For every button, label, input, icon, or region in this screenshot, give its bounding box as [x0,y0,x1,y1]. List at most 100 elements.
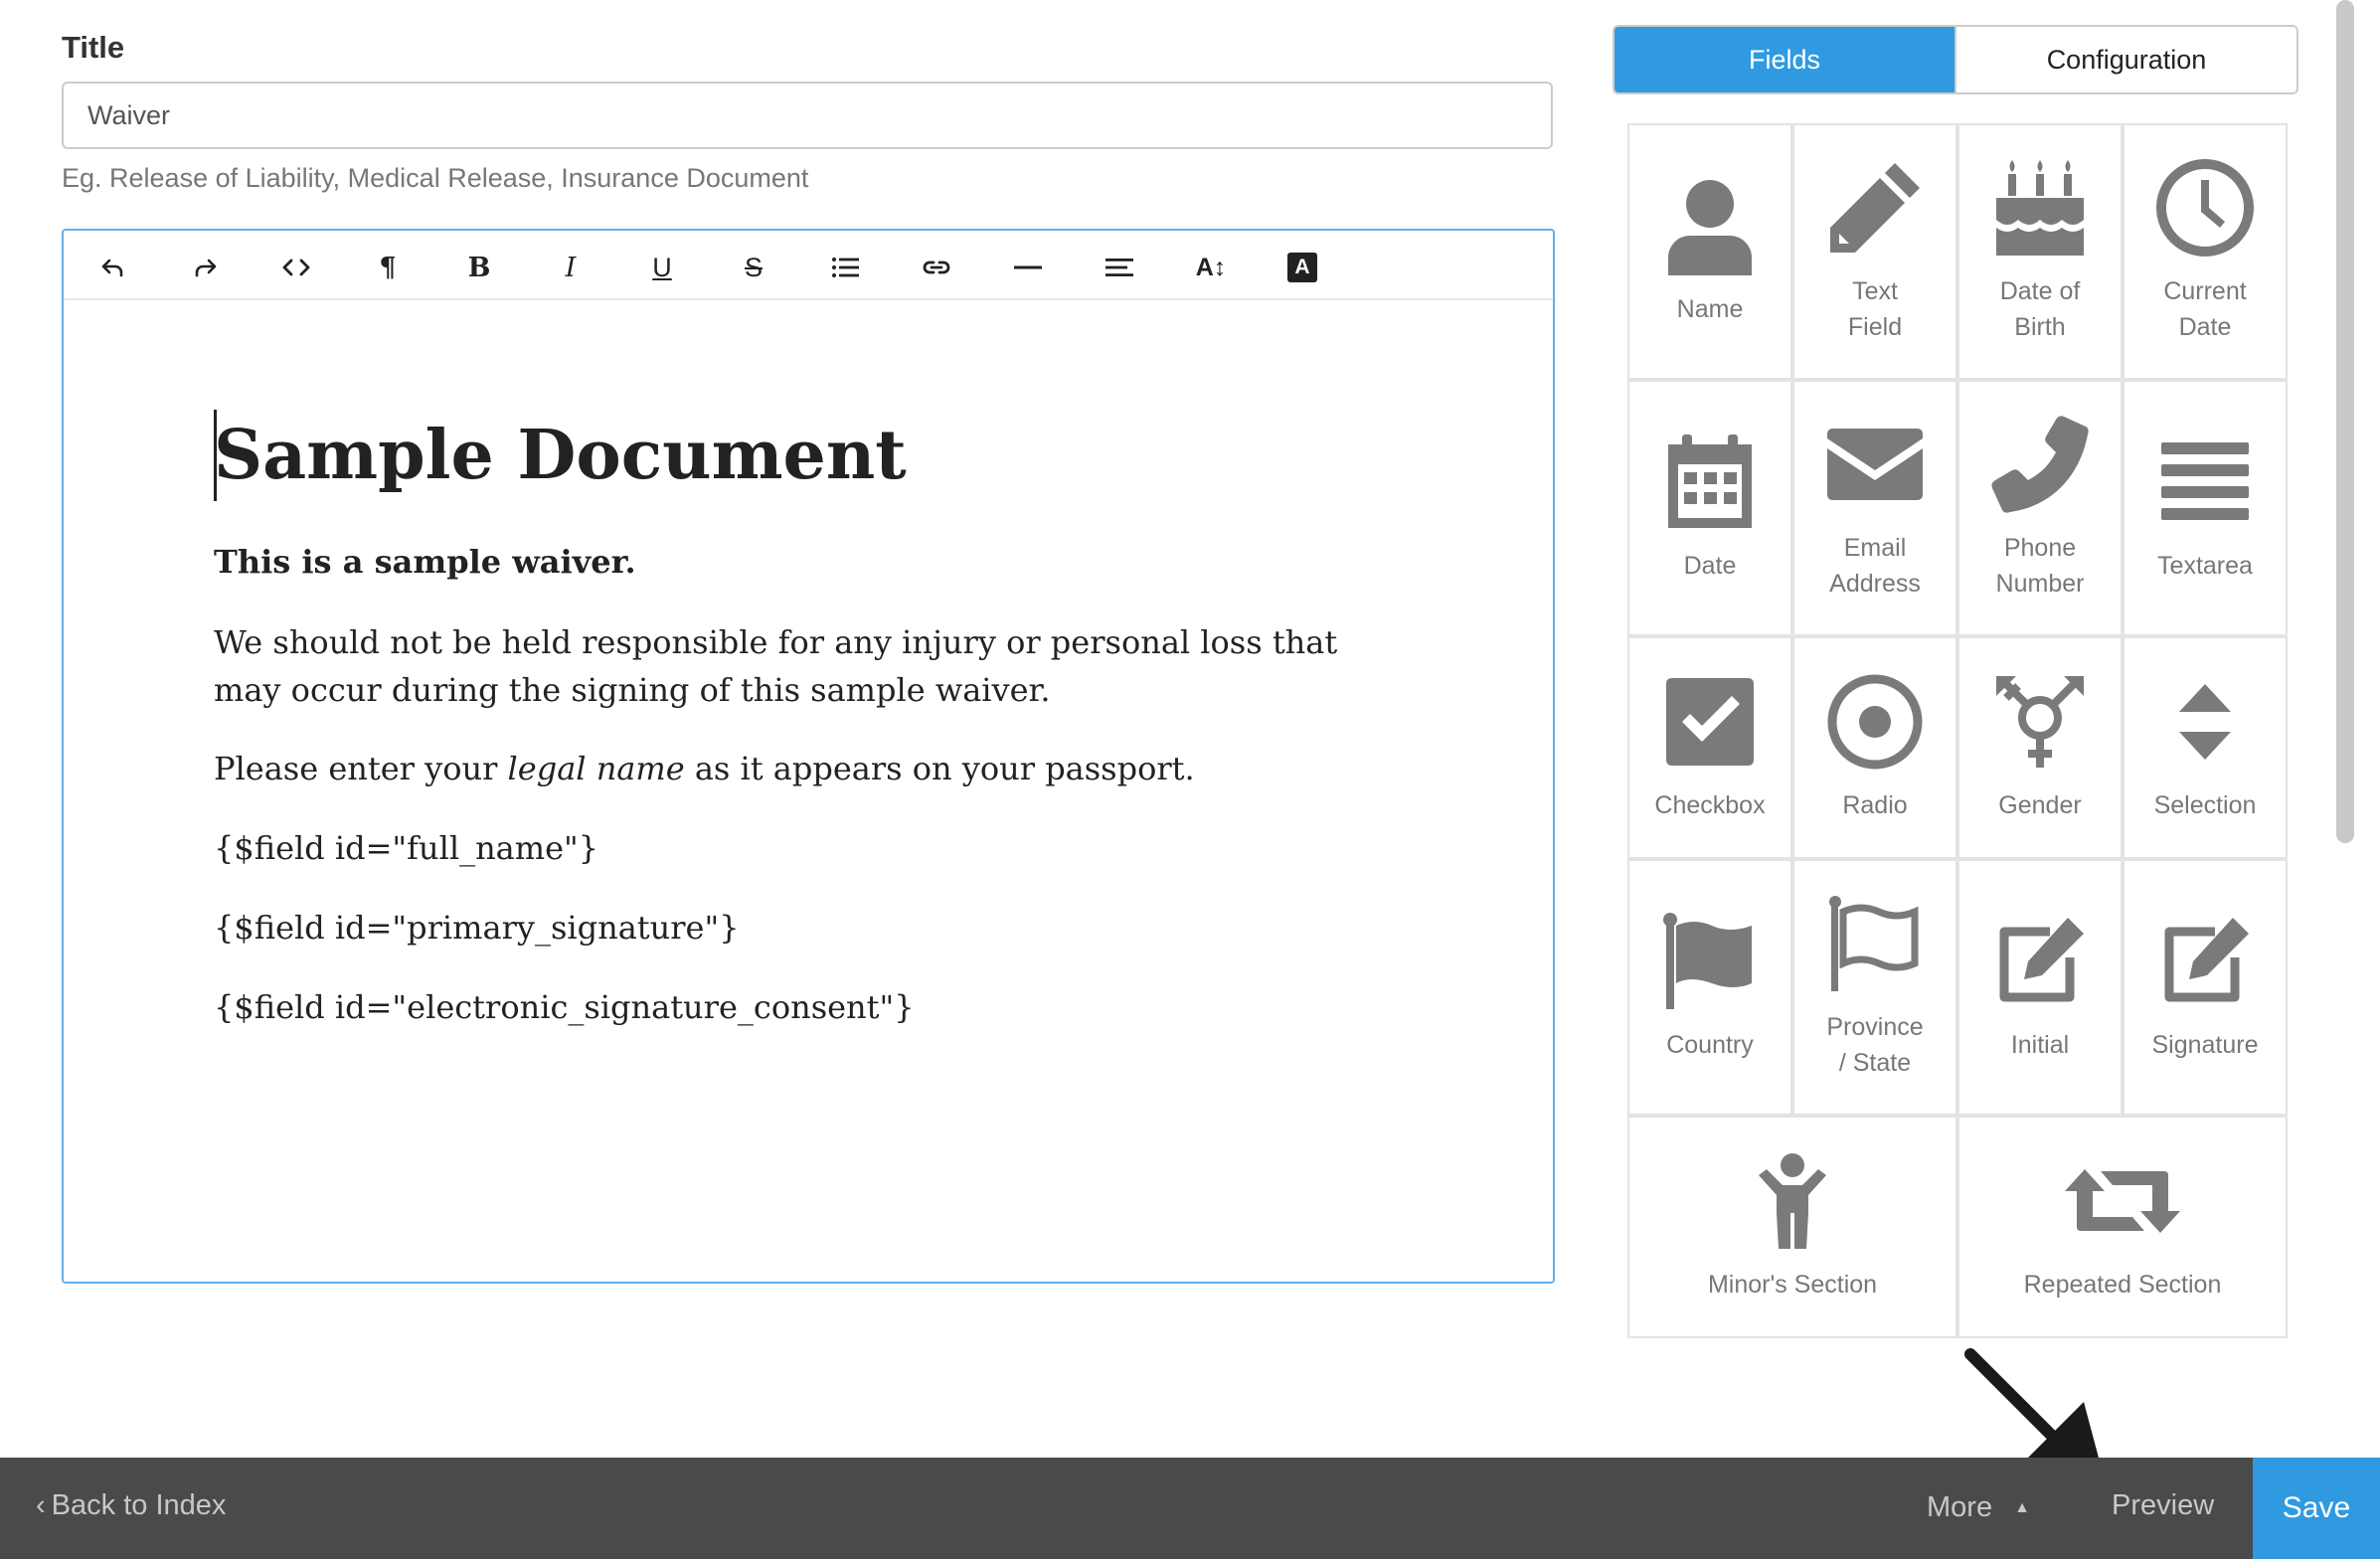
link-icon [923,260,950,274]
back-to-index-link[interactable]: ‹ Back to Index [36,1489,226,1522]
field-radio-label: Radio [1842,791,1908,819]
tab-fields[interactable]: Fields [1615,27,1955,92]
field-email-address-label: Email Address [1829,534,1921,598]
clock-icon [2156,159,2254,257]
passport-text-start: Please enter your [214,750,508,787]
field-name-label: Name [1676,295,1744,323]
field-phone-number-label: Phone Number [1995,534,2085,598]
field-repeated-section-label: Repeated Section [2023,1271,2222,1299]
italic-button[interactable]: I [551,248,591,287]
text-color-icon: A [1287,253,1317,282]
field-email-address[interactable]: Email Address [1792,380,1957,636]
text-color-button[interactable]: A [1282,248,1322,287]
field-current-date-label: Current Date [2163,277,2247,341]
field-selection[interactable]: Selection [2123,636,2288,859]
link-button[interactable] [917,248,956,287]
tab-configuration[interactable]: Configuration [1955,27,2296,92]
field-date-of-birth-label: Date of Birth [1999,277,2081,341]
field-minors-section-label: Minor's Section [1707,1271,1878,1299]
passport-text-end: as it appears on your passport. [684,750,1195,787]
title-label: Title [62,30,125,65]
footer-bar: ‹ Back to Index More ▲ Preview Save [0,1458,2380,1559]
redo-icon [195,259,217,277]
envelope-icon [1827,429,1923,500]
field-text-field[interactable]: Text Field [1792,123,1957,380]
preview-button[interactable]: Preview [2112,1489,2214,1522]
radio-icon [1827,674,1923,770]
field-name[interactable]: Name [1627,123,1792,380]
child-icon [1759,1153,1826,1249]
document-passport-paragraph[interactable]: Please enter your legal name as it appea… [214,746,1195,791]
undo-button[interactable] [93,248,133,287]
calendar-icon [1668,434,1752,528]
retweet-icon [2065,1169,2180,1233]
sidebar-tabs: Fields Configuration [1613,25,2298,94]
paragraph-icon: ¶ [379,252,397,283]
edit-icon [1999,918,2084,1002]
field-selection-label: Selection [2153,791,2257,819]
document-heading[interactable]: Sample Document [214,410,907,501]
strikethrough-icon: S [744,252,763,282]
flag-outline-icon [1829,896,1919,991]
horizontal-rule-icon [1014,265,1042,269]
bars-icon [2161,442,2249,520]
field-phone-number[interactable]: Phone Number [1957,380,2123,636]
code-view-button[interactable] [276,248,316,287]
underline-button[interactable]: U [642,248,682,287]
bold-icon: B [467,252,491,283]
field-country[interactable]: Country [1627,859,1792,1116]
redo-button[interactable] [185,248,225,287]
field-placeholder-full-name[interactable]: {$field id="full_name"} [214,825,598,871]
font-size-button[interactable]: A↕ [1191,248,1231,287]
field-placeholder-signature-consent[interactable]: {$field id="electronic_signature_consent… [214,984,915,1030]
field-current-date[interactable]: Current Date [2123,123,2288,380]
undo-icon [101,259,123,277]
code-icon [282,259,310,276]
flag-icon [1663,913,1752,1009]
strikethrough-button[interactable]: S [734,248,773,287]
list-icon [832,258,859,277]
more-label: More [1927,1491,1993,1523]
editor-toolbar: ¶ B I U S A↕ A [64,231,1553,300]
field-radio[interactable]: Radio [1792,636,1957,859]
document-paragraph[interactable]: We should not be held responsible for an… [214,618,1357,714]
field-province-state-label: Province / State [1826,1013,1924,1077]
document-intro[interactable]: This is a sample waiver. [214,539,636,585]
save-button[interactable]: Save [2253,1458,2380,1559]
field-date[interactable]: Date [1627,380,1792,636]
sort-icon [2179,684,2231,760]
title-hint: Eg. Release of Liability, Medical Releas… [62,163,809,193]
field-gender[interactable]: Gender [1957,636,2123,859]
horizontal-rule-button[interactable] [1008,248,1048,287]
phone-icon [1991,416,2089,513]
sidebar-scrollbar[interactable] [2336,0,2354,843]
list-button[interactable] [825,248,865,287]
align-button[interactable] [1100,248,1139,287]
more-menu-button[interactable]: More ▲ [1927,1491,2030,1524]
field-textarea[interactable]: Textarea [2123,380,2288,636]
field-province-state[interactable]: Province / State [1792,859,1957,1116]
title-input[interactable] [62,82,1553,149]
field-checkbox[interactable]: Checkbox [1627,636,1792,859]
field-initial-label: Initial [2010,1031,2070,1059]
field-date-of-birth[interactable]: Date of Birth [1957,123,2123,380]
field-repeated-section[interactable]: Repeated Section [1957,1116,2288,1338]
birthday-cake-icon [1996,160,2084,256]
field-signature[interactable]: Signature [2123,859,2288,1116]
bold-button[interactable]: B [459,248,499,287]
field-minors-section[interactable]: Minor's Section [1627,1116,1957,1338]
field-placeholder-primary-signature[interactable]: {$field id="primary_signature"} [214,905,740,951]
field-gender-label: Gender [1998,791,2082,819]
field-checkbox-label: Checkbox [1654,791,1766,819]
field-text-field-label: Text Field [1847,277,1903,341]
edit-icon [2164,918,2249,1002]
field-country-label: Country [1666,1031,1754,1059]
back-to-index-label: Back to Index [51,1489,227,1521]
font-size-icon: A↕ [1195,253,1227,281]
caret-up-icon: ▲ [2014,1498,2030,1516]
legal-name-emphasis: legal name [507,750,685,787]
paragraph-button[interactable]: ¶ [368,248,408,287]
align-left-icon [1105,259,1133,276]
chevron-left-icon: ‹ [36,1489,46,1521]
field-initial[interactable]: Initial [1957,859,2123,1116]
